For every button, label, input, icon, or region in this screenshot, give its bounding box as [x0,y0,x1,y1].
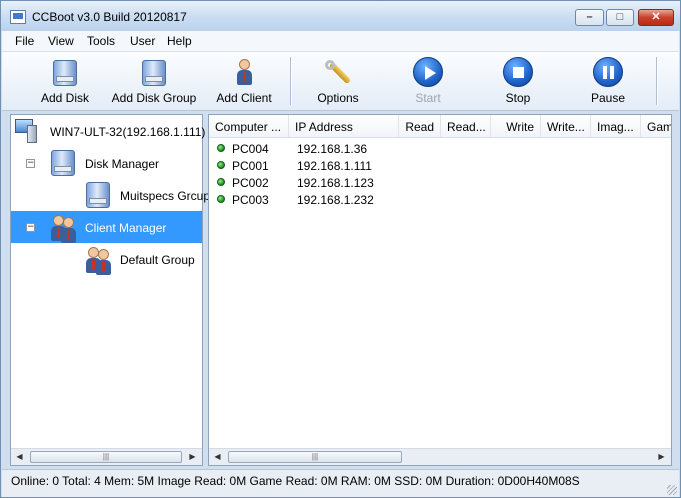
toolbar-separator [290,57,292,105]
status-bar: Online: 0 Total: 4 Mem: 5M Image Read: 0… [2,469,679,497]
add-disk-label: Add Disk [40,91,90,105]
menu-help[interactable]: Help [167,34,192,48]
title-bar[interactable]: CCBoot v3.0 Build 20120817 – □ ✕ [1,1,680,31]
disk-manager-icon [49,149,77,177]
column-game[interactable]: Gam [641,115,671,137]
ip-address: 192.168.1.123 [297,176,374,190]
wrench-icon [323,57,353,87]
online-status-icon [217,178,225,186]
add-disk-group-button[interactable]: Add Disk Group [108,52,200,110]
table-row[interactable]: PC002 192.168.1.123 [209,174,671,191]
disk-group-icon [139,57,169,87]
table-row[interactable]: PC004 192.168.1.36 [209,140,671,157]
stop-button[interactable]: Stop [490,52,546,110]
options-label: Options [317,91,359,105]
ip-address: 192.168.1.232 [297,193,374,207]
disk-manager-label: Disk Manager [85,157,160,171]
scroll-left-icon[interactable]: ◀ [11,449,28,465]
disk-group-icon [84,181,112,209]
client-list-pane: Computer ... IP Address Read Read... Wri… [208,114,672,466]
status-text: Online: 0 Total: 4 Mem: 5M Image Read: 0… [11,474,580,488]
computer-name: PC001 [232,159,269,173]
play-icon [413,57,443,87]
collapse-toggle[interactable]: − [26,223,35,232]
menu-file[interactable]: File [15,34,34,48]
start-label: Start [415,91,441,105]
default-group-label: Default Group [120,253,195,267]
menu-tools[interactable]: Tools [87,34,115,48]
menu-user[interactable]: User [130,34,155,48]
column-ip-address[interactable]: IP Address [289,115,399,137]
app-window: CCBoot v3.0 Build 20120817 – □ ✕ File Vi… [0,0,681,498]
pause-button[interactable]: Pause [580,52,636,110]
ip-address: 192.168.1.36 [297,142,368,156]
computer-name: PC004 [232,142,269,156]
disk-icon [50,57,80,87]
close-icon: ✕ [651,11,661,23]
add-client-button[interactable]: Add Client [209,52,279,110]
list-header: Computer ... IP Address Read Read... Wri… [209,115,671,138]
client-manager-label: Client Manager [85,221,167,235]
scroll-thumb[interactable]: ||| [228,451,402,463]
ip-address: 192.168.1.111 [297,159,372,173]
online-status-icon [217,144,225,152]
add-disk-group-label: Add Disk Group [111,91,197,105]
tree-pane: WIN7-ULT-32(192.168.1.111) − Disk Manage… [10,114,210,466]
column-read-rate[interactable]: Read... [441,115,491,137]
client-icon [229,57,259,87]
close-button[interactable]: ✕ [638,9,674,26]
online-status-icon [217,161,225,169]
table-row[interactable]: PC003 192.168.1.232 [209,191,671,208]
computer-name: PC002 [232,176,269,190]
collapse-toggle[interactable]: − [26,159,35,168]
menu-view[interactable]: View [48,34,74,48]
tree-root-label: WIN7-ULT-32(192.168.1.111) [50,125,206,139]
disk-group-label: Muitspecs Grcup [120,189,211,203]
minimize-icon: – [586,11,593,23]
table-row[interactable]: PC001 192.168.1.111 [209,157,671,174]
add-client-label: Add Client [216,91,272,105]
stop-icon [503,57,533,87]
scroll-thumb[interactable]: ||| [30,451,182,463]
scroll-right-icon[interactable]: ▶ [184,449,201,465]
window-title: CCBoot v3.0 Build 20120817 [32,10,187,24]
toolbar: Add Disk Add Disk Group Add Client Optio… [2,52,679,111]
stop-label: Stop [505,91,531,105]
scroll-left-icon[interactable]: ◀ [209,449,226,465]
maximize-button[interactable]: □ [606,9,634,26]
online-status-icon [217,195,225,203]
client-group-icon [49,213,77,243]
computer-icon [13,117,41,145]
minimize-button[interactable]: – [575,9,604,26]
pause-label: Pause [590,91,626,105]
list-horizontal-scrollbar[interactable]: ◀ ||| ▶ [209,448,671,465]
add-disk-button[interactable]: Add Disk [35,52,95,110]
column-write[interactable]: Write [491,115,541,137]
tree-item-client-manager[interactable]: − Client Manager [11,211,202,243]
computer-name: PC003 [232,193,269,207]
column-write-rate[interactable]: Write... [541,115,591,137]
toolbar-separator [656,57,658,105]
column-read[interactable]: Read [399,115,441,137]
column-computer[interactable]: Computer ... [209,115,289,137]
app-icon [10,10,26,24]
resize-grip-icon[interactable] [667,485,677,495]
tree-horizontal-scrollbar[interactable]: ◀ ||| ▶ [11,448,202,465]
options-button[interactable]: Options [308,52,368,110]
start-button[interactable]: Start [400,52,456,110]
client-group-icon [84,245,112,275]
column-image[interactable]: Imag... [591,115,641,137]
maximize-icon: □ [616,11,624,23]
scroll-right-icon[interactable]: ▶ [653,449,670,465]
pause-icon [593,57,623,87]
menu-bar: File View Tools User Help [2,31,679,52]
